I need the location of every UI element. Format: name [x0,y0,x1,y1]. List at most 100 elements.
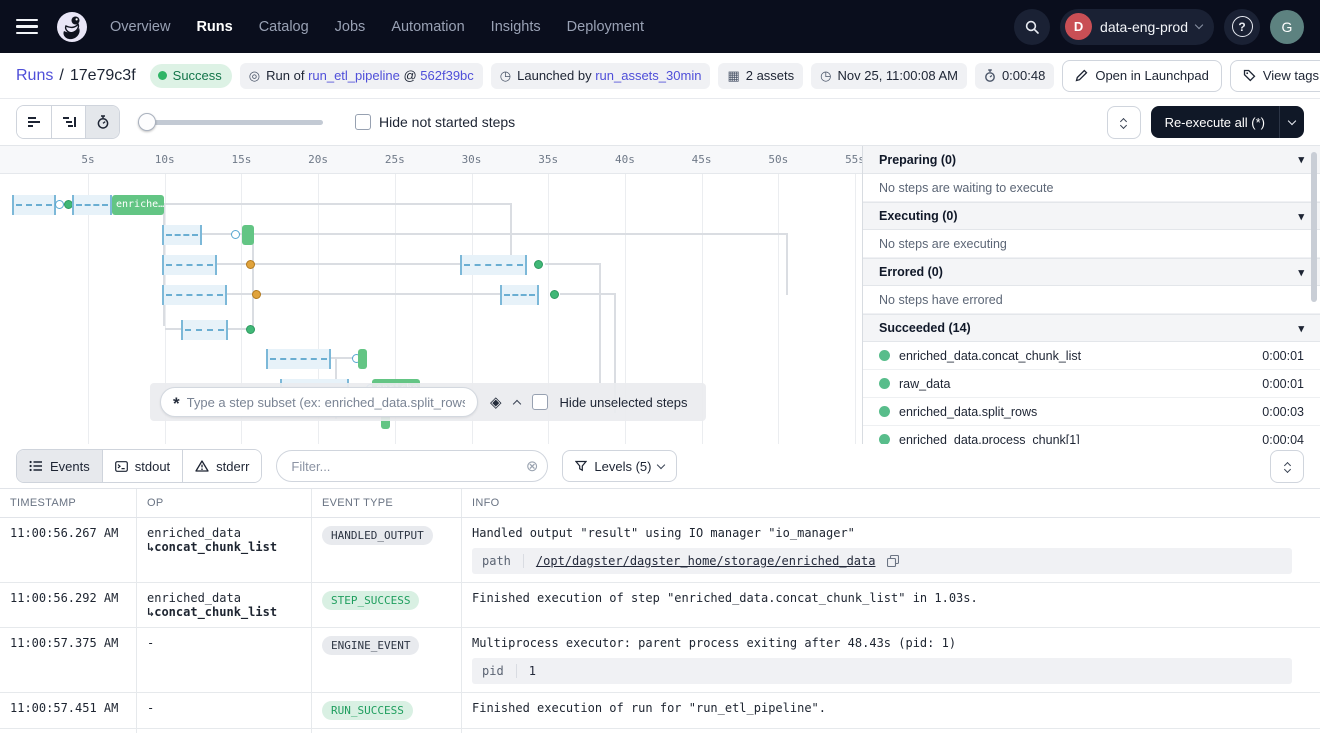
event-type-badge: STEP_SUCCESS [322,591,419,610]
view-tags-config-button[interactable]: View tags and config [1230,60,1320,92]
deployment-avatar: D [1065,13,1092,40]
layout-waterfall-button[interactable] [51,106,85,138]
section-header-executing[interactable]: Executing (0)▾ [863,202,1320,230]
event-log-row[interactable]: 11:00:56.267 AMenriched_data↳concat_chun… [0,518,1320,583]
section-empty-text: No steps have errored [863,286,1320,314]
gantt-waiting-box [266,349,331,369]
slider-handle[interactable] [138,113,156,131]
step-row[interactable]: raw_data0:00:01 [863,370,1320,398]
hamburger-menu-icon[interactable] [16,19,38,35]
dagster-logo-icon[interactable] [54,9,90,45]
run-status-badge: Success [150,64,232,88]
nav-item-automation[interactable]: Automation [391,19,464,35]
gridline [855,174,856,444]
levels-dropdown[interactable]: Levels (5) [562,450,677,482]
run-tag[interactable]: 0:00:48 [975,63,1054,89]
help-button[interactable]: ? [1224,9,1260,45]
section-title: Errored (0) [879,265,943,279]
gantt-zoom-slider[interactable] [138,113,323,131]
layout-flat-button[interactable] [17,106,51,138]
hide-not-started-checkbox[interactable] [355,114,371,130]
chevron-up-icon[interactable] [512,399,520,407]
nav-item-catalog[interactable]: Catalog [259,19,309,35]
event-log-row[interactable]: 11:00:56.292 AMenriched_data↳concat_chun… [0,583,1320,628]
copy-icon[interactable] [887,555,899,567]
tag-link[interactable]: run_etl_pipeline [308,68,400,83]
run-tag[interactable]: ◷Nov 25, 11:00:08 AM [811,63,967,89]
metadata-value[interactable]: /opt/dagster/dagster_home/storage/enrich… [536,554,876,568]
view-tags-label: View tags and config [1263,68,1320,83]
nav-item-deployment[interactable]: Deployment [567,19,644,35]
gantt-toolbar: Hide not started steps Re-execute all (*… [0,99,1320,146]
run-tag[interactable]: ◷Launched by run_assets_30min [491,63,711,89]
axis-tick-label: 35s [538,153,558,166]
event-log-header: TIMESTAMPOPEVENT TYPEINFO [0,488,1320,518]
hide-not-started-label: Hide not started steps [379,114,515,130]
axis-tick-label: 5s [81,153,94,166]
gantt-chart[interactable]: 5s10s15s20s25s30s35s40s45s50s55s enriche… [0,146,862,444]
op-sub-name: ↳concat_chunk_list [147,605,303,619]
breadcrumb-runs-link[interactable]: Runs [16,67,53,84]
step-row[interactable]: enriched_data.split_rows0:00:03 [863,398,1320,426]
tag-link[interactable]: run_assets_30min [595,68,701,83]
nav-item-overview[interactable]: Overview [110,19,170,35]
column-header-event-type: EVENT TYPE [312,489,462,517]
section-header-succeeded[interactable]: Succeeded (14)▾ [863,314,1320,342]
slider-track[interactable] [138,120,323,125]
metadata-key: path [482,554,524,568]
user-avatar[interactable]: G [1270,10,1304,44]
filter-input[interactable] [276,450,548,482]
nav-item-runs[interactable]: Runs [196,19,232,35]
gantt-connector-line [599,263,601,383]
events-panel: Events stdout stderr ⊗ Levels (5) TIMESTAM… [0,444,1320,733]
gantt-connector-line [545,263,601,265]
tab-stdout[interactable]: stdout [102,450,182,482]
reexecute-menu-caret[interactable] [1279,106,1304,138]
gantt-start-marker [55,200,64,209]
chevron-down-icon: ▾ [1298,210,1304,223]
pencil-icon [1075,69,1088,82]
layout-timed-button[interactable] [85,106,119,138]
step-row[interactable]: enriched_data.process_chunk[1]0:00:04 [863,426,1320,444]
gantt-step-bar[interactable]: enriche… [112,195,164,215]
tag-link[interactable]: 562f39bc [420,68,474,83]
deployment-switcher[interactable]: D data-eng-prod [1060,9,1214,45]
clear-filter-icon[interactable]: ⊗ [526,457,539,475]
event-op: - [137,693,312,728]
top-navigation: Overview Runs Catalog Jobs Automation Insight… [0,0,1320,53]
run-tag[interactable]: ▦2 assets [718,63,803,89]
tab-stderr[interactable]: stderr [182,450,261,482]
reexecute-all-button[interactable]: Re-execute all (*) [1151,106,1304,138]
event-metadata: path/opt/dagster/dagster_home/storage/en… [472,548,1292,574]
tab-label: stdout [135,459,170,474]
section-title: Preparing (0) [879,153,956,167]
op-name: - [147,636,303,650]
gantt-waiting-box [72,195,112,215]
open-in-launchpad-button[interactable]: Open in Launchpad [1062,60,1221,92]
layers-icon[interactable]: ◈ [490,393,502,411]
scrollbar-thumb[interactable] [1311,152,1317,302]
step-success-dot-icon [879,434,890,444]
step-row[interactable]: enriched_data.concat_chunk_list0:00:01 [863,342,1320,370]
expand-collapse-log-button[interactable] [1270,450,1304,483]
expand-collapse-button[interactable] [1107,106,1141,139]
nav-item-jobs[interactable]: Jobs [335,19,366,35]
column-header-info: INFO [462,489,1320,517]
gantt-step-bar[interactable] [358,349,367,369]
gantt-waiting-box [500,285,539,305]
event-log-row[interactable]: 11:00:57.451 AM-RUN_SUCCESSFinished exec… [0,693,1320,729]
terminal-icon [115,461,128,472]
hide-unselected-checkbox[interactable] [532,394,548,410]
search-icon[interactable] [1014,9,1050,45]
section-header-errored[interactable]: Errored (0)▾ [863,258,1320,286]
step-subset-input[interactable]: * Type a step subset (ex: enriched_data.… [160,387,478,417]
event-log-row[interactable]: 11:00:57.489 AM-ENGINE_EVENTProcess for … [0,729,1320,733]
run-tag[interactable]: ◎Run of run_etl_pipeline @ 562f39bc [240,63,483,89]
step-subset-placeholder: Type a step subset (ex: enriched_data.sp… [187,395,465,410]
tab-events[interactable]: Events [17,450,102,482]
gantt-step-bar[interactable] [242,225,254,245]
gantt-waiting-box [162,225,202,245]
nav-item-insights[interactable]: Insights [491,19,541,35]
section-header-preparing[interactable]: Preparing (0)▾ [863,146,1320,174]
event-log-row[interactable]: 11:00:57.375 AM-ENGINE_EVENTMultiprocess… [0,628,1320,693]
